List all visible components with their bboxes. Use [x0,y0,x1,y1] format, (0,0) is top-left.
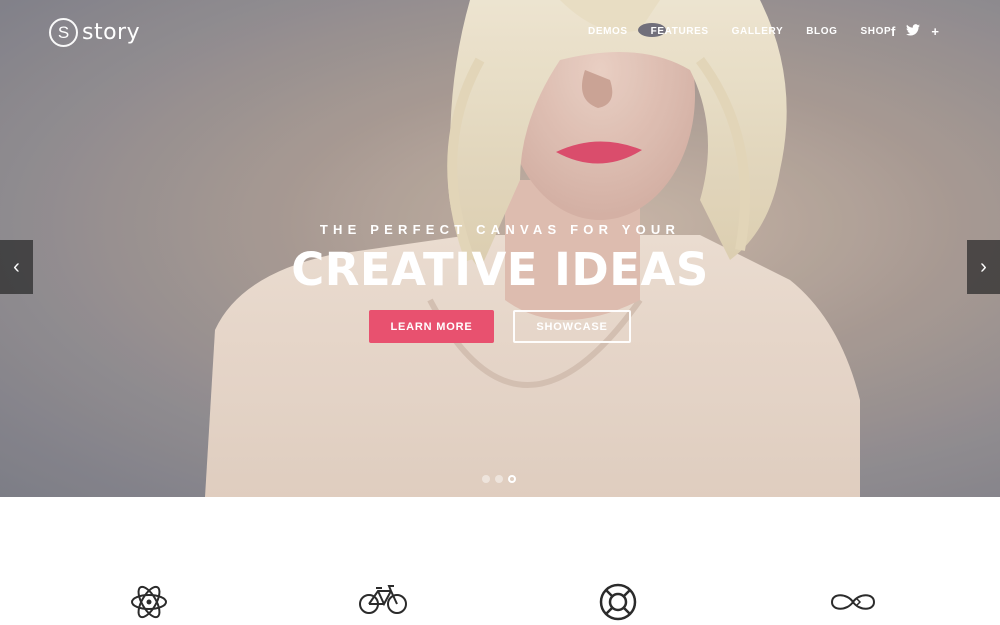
site-logo[interactable]: S story [49,18,140,47]
facebook-icon[interactable]: f [891,24,895,39]
chevron-right-icon: › [980,255,987,278]
learn-more-button[interactable]: LEARN MORE [369,310,494,343]
features-section [0,581,1000,625]
bicycle-icon [359,585,407,614]
previous-slide-button[interactable]: ‹ [0,240,33,294]
main-nav: DEMOS FEATURES GALLERY BLOG SHOP [588,26,914,37]
chevron-left-icon: ‹ [13,255,20,278]
social-links: f + [891,24,950,39]
plus-icon[interactable]: + [931,24,939,39]
slide-pagination [482,475,521,483]
atom-icon [131,585,167,619]
lifebuoy-icon [599,583,637,621]
logo-text: story [82,20,141,45]
slide-dot-2[interactable] [495,475,503,483]
nav-item-demos[interactable]: DEMOS [588,26,628,37]
hero-headline: CREATIVE IDEAS [291,243,709,296]
nav-item-blog[interactable]: BLOG [806,26,837,37]
hero-subtitle: THE PERFECT CANVAS FOR YOUR [319,222,681,237]
hero-slider: S story DEMOS FEATURES GALLERY BLOG SHOP… [0,0,1000,497]
infinity-icon [830,594,876,610]
slide-dot-1[interactable] [482,475,490,483]
nav-item-shop[interactable]: SHOP [861,26,892,37]
logo-mark: S [49,18,78,47]
nav-item-features[interactable]: FEATURES [651,26,709,37]
nav-item-gallery[interactable]: GALLERY [732,26,784,37]
slide-dot-3[interactable] [508,475,516,483]
showcase-button[interactable]: SHOWCASE [513,310,631,343]
twitter-icon[interactable] [906,24,921,39]
next-slide-button[interactable]: › [967,240,1000,294]
